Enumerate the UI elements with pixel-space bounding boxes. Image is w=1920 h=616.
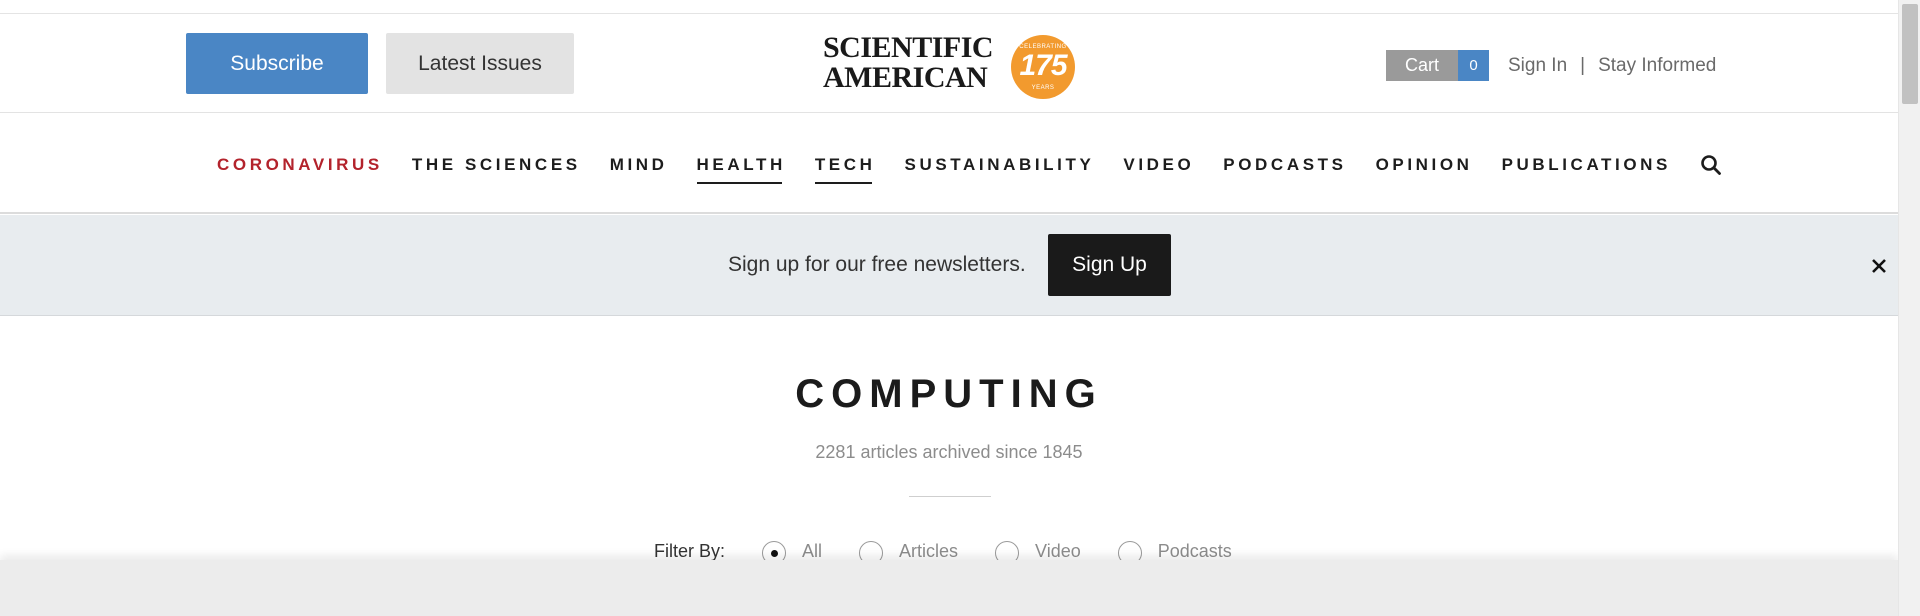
stay-informed-link[interactable]: Stay Informed [1598,55,1716,76]
nav-item-tech[interactable]: TECH [814,154,876,184]
sign-up-button[interactable]: Sign Up [1048,234,1171,296]
cart-label: Cart [1386,50,1458,81]
nav-item-podcasts[interactable]: PODCASTS [1223,154,1346,176]
seal-bottom-text: YEARS [1031,85,1055,91]
nav-item-health[interactable]: HEALTH [696,154,786,184]
article-count: 2281 articles archived since 1845 [815,442,1083,462]
filter-label: Filter By: [654,540,726,561]
filter-option-label: Podcasts [1157,540,1232,561]
title-divider [909,496,991,497]
bottom-overlay-bar [0,560,1898,616]
newsletter-banner: Sign up for our free newsletters. Sign U… [0,215,1898,316]
nav-item-sustainability[interactable]: SUSTAINABILITY [905,154,1095,176]
site-logo[interactable]: SCIENTIFIC AMERICAN CELEBRATING 175 YEAR… [823,31,1079,99]
seal-number: 175 [1019,49,1067,82]
nav-item-opinion[interactable]: OPINION [1376,154,1473,176]
nav-item-publications[interactable]: PUBLICATIONS [1502,154,1671,176]
filter-option-label: Articles [899,540,959,561]
anniversary-seal: CELEBRATING 175 YEARS [1011,35,1075,99]
vertical-scrollbar[interactable] [1898,0,1920,616]
subscribe-button[interactable]: Subscribe [186,33,368,94]
sign-in-link[interactable]: Sign In [1508,55,1567,76]
cart-button[interactable]: Cart 0 [1386,50,1489,81]
page-title: COMPUTING [795,372,1103,416]
search-icon[interactable] [1700,154,1722,176]
account-links: Sign In | Stay Informed [1508,52,1716,80]
main-nav: CORONAVIRUS THE SCIENCES MIND HEALTH TEC… [0,113,1898,214]
logo-line-american: AMERICAN [823,61,988,94]
latest-issues-button[interactable]: Latest Issues [386,33,574,94]
link-separator: | [1580,55,1586,76]
newsletter-text: Sign up for our free newsletters. [728,253,1026,276]
logo-wordmark: SCIENTIFIC AMERICAN [823,31,994,94]
scrollbar-thumb[interactable] [1902,4,1918,104]
nav-item-video[interactable]: VIDEO [1123,154,1194,176]
cart-count-badge: 0 [1458,50,1489,81]
logo-line-scientific: SCIENTIFIC [823,31,994,64]
page: Subscribe Latest Issues SCIENTIFIC AMERI… [0,0,1920,616]
nav-item-mind[interactable]: MIND [610,154,668,176]
nav-item-the-sciences[interactable]: THE SCIENCES [412,154,581,176]
filter-option-label: Video [1035,540,1081,561]
nav-item-coronavirus[interactable]: CORONAVIRUS [217,154,383,176]
nav-items: CORONAVIRUS THE SCIENCES MIND HEALTH TEC… [217,151,1722,184]
filter-option-label: All [802,540,823,561]
close-icon[interactable] [1868,255,1890,277]
site-header: Subscribe Latest Issues SCIENTIFIC AMERI… [0,14,1898,113]
